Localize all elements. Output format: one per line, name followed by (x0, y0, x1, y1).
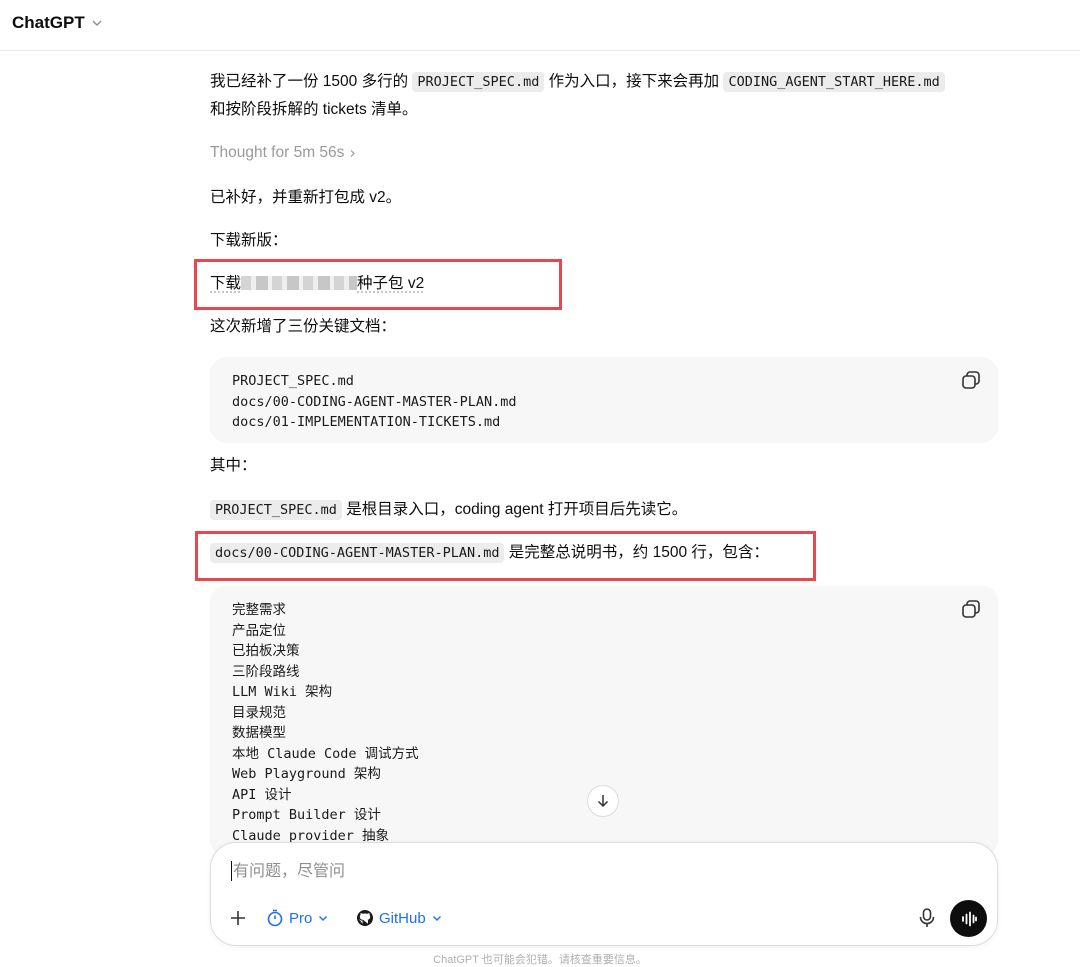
code-line: 完整需求 (232, 602, 286, 618)
voice-waveform-icon (961, 911, 977, 926)
code-line: PROJECT_SPEC.md (232, 373, 354, 389)
download-link-suffix: 种子包 v2 (357, 275, 425, 292)
done-text: 已补好，并重新打包成 v2。 (210, 189, 402, 206)
plus-icon (231, 911, 245, 925)
chevron-right-icon (350, 149, 356, 157)
download-link-prefix: 下载 (210, 275, 242, 292)
model-selector[interactable]: ChatGPT (12, 13, 103, 33)
inline-code-coding-agent-start: CODING_AGENT_START_HERE.md (723, 72, 945, 92)
inline-code-master-plan: docs/00-CODING-AGENT-MASTER-PLAN.md (210, 543, 505, 563)
arrow-down-icon (597, 795, 609, 808)
intro-line-1: 我已经补了一份 1500 多行的 PROJECT_SPEC.md 作为入口，接下… (210, 68, 945, 96)
copy-icon (962, 600, 980, 618)
text-segment: 是完整总说明书，约 1500 行，包含： (504, 544, 769, 561)
pro-label: Pro (289, 909, 313, 927)
scroll-to-bottom-button[interactable] (587, 785, 619, 817)
code-line: 已拍板决策 (232, 643, 300, 659)
code-line: Web Playground 架构 (232, 766, 381, 782)
redacted-blur (241, 276, 358, 290)
text-segment: 作为入口，接下来会再加 (544, 73, 724, 90)
copy-icon (962, 371, 980, 389)
copy-code-button[interactable] (960, 369, 982, 391)
voice-mode-button[interactable] (950, 900, 987, 937)
download-link[interactable]: 下载 种子包 v2 (210, 270, 424, 298)
github-icon (357, 910, 373, 926)
inline-code-project-spec: PROJECT_SPEC.md (210, 500, 342, 520)
new-docs-heading: 这次新增了三份关键文档： (210, 318, 397, 335)
code-line: 数据模型 (232, 725, 286, 741)
code-line: LLM Wiki 架构 (232, 684, 333, 700)
code-line: 本地 Claude Code 调试方式 (232, 745, 419, 762)
plan-description: docs/00-CODING-AGENT-MASTER-PLAN.md 是完整总… (210, 539, 769, 567)
code-line: docs/00-CODING-AGENT-MASTER-PLAN.md (232, 393, 517, 410)
inline-code-project-spec: PROJECT_SPEC.md (412, 72, 545, 92)
dictate-button[interactable] (917, 907, 937, 929)
code-line: 目录规范 (232, 704, 286, 721)
add-attachment-button[interactable] (229, 903, 251, 933)
chevron-down-icon (92, 20, 102, 26)
github-connector-button[interactable]: GitHub (356, 903, 443, 933)
intro-line-2: 和按阶段拆解的 tickets 清单。 (210, 101, 418, 118)
pro-mode-button[interactable]: Pro (266, 903, 329, 933)
download-heading: 下载新版： (210, 232, 288, 249)
model-name: ChatGPT (12, 13, 85, 32)
text-caret (231, 861, 232, 881)
prompt-input[interactable] (231, 857, 935, 887)
timer-icon (267, 909, 283, 927)
chevron-down-icon (432, 916, 441, 921)
top-bar: ChatGPT (0, 0, 1080, 51)
thought-toggle[interactable]: Thought for 5m 56s (210, 144, 357, 162)
composer: Pro GitHub (210, 842, 998, 946)
among-text: 其中： (210, 457, 257, 474)
thought-label: Thought for 5m 56s (210, 144, 345, 161)
code-line: 产品定位 (232, 622, 286, 639)
text-segment: 是根目录入口，coding agent 打开项目后先读它。 (341, 501, 688, 518)
code-line: 三阶段路线 (232, 663, 300, 680)
chevron-down-icon (319, 916, 328, 921)
code-line: docs/01-IMPLEMENTATION-TICKETS.md (232, 414, 501, 430)
text-segment: 我已经补了一份 1500 多行的 (210, 73, 413, 90)
github-label: GitHub (379, 909, 426, 927)
copy-code-button[interactable] (960, 598, 982, 620)
spec-description: PROJECT_SPEC.md 是根目录入口，coding agent 打开项目… (210, 496, 687, 524)
microphone-icon (919, 908, 935, 927)
footer-disclaimer: ChatGPT 也可能会犯错。请核查重要信息。 (433, 954, 647, 966)
code-block-files: PROJECT_SPEC.md docs/00-CODING-AGENT-MAS… (210, 357, 998, 443)
